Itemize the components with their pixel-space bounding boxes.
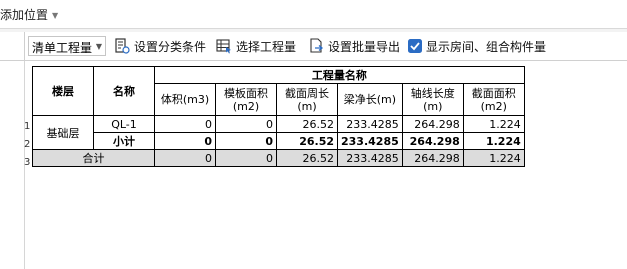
export-icon [310,38,324,53]
chevron-down-icon: ▼ [95,42,102,51]
value-cell[interactable]: 26.52 [276,149,338,167]
value-cell[interactable]: 0 [154,149,216,167]
row-number: 2 [24,139,31,150]
floor-header: 楼层 [32,66,94,116]
add-position-menu[interactable]: 添加位置 ▼ [0,6,58,23]
value-cell[interactable]: 26.52 [276,115,338,133]
subtotal-row[interactable]: 小计 0 0 26.52 233.4285 264.298 1.224 [33,132,525,150]
select-quantity-button[interactable]: 选择工程量 [216,36,296,56]
name-header: 名称 [93,66,155,116]
value-cell[interactable]: 0 [215,149,277,167]
total-row[interactable]: 合计 0 0 26.52 233.4285 264.298 1.224 [32,149,525,167]
column-header[interactable]: 截面周长(m) [276,83,338,116]
value-cell[interactable]: 0 [154,115,216,133]
row-number: 1 [24,121,31,132]
select-quantity-label: 选择工程量 [236,39,297,54]
toolbar: 清单工程量 ▼ 设置分类条件 选择工程量 设置批量导出 显示房间、组合构件量 [0,32,627,61]
grid-select-icon [216,39,231,54]
value-cell[interactable]: 0 [215,115,277,133]
table-row[interactable]: 基础层 QL-1 0 0 26.52 233.4285 264.298 1.22… [32,115,525,150]
quantity-table: 楼层 名称 工程量名称 体积(m3) 模板面积(m2) 截面周长(m) 梁净长(… [32,66,525,167]
subtotal-label[interactable]: 小计 [93,132,155,150]
column-header[interactable]: 轴线长度(m) [401,83,464,116]
value-cell[interactable]: 1.224 [462,115,525,133]
value-cell[interactable]: 233.4285 [337,115,403,133]
checkbox-checked-icon[interactable] [408,39,422,53]
header-row: 楼层 名称 工程量名称 [32,66,525,116]
set-category-button[interactable]: 设置分类条件 [114,36,206,56]
left-panel [0,61,25,269]
total-label[interactable]: 合计 [32,149,155,167]
set-category-label: 设置分类条件 [134,39,207,54]
quantity-group-header: 工程量名称 [154,66,525,84]
column-header[interactable]: 体积(m3) [154,83,216,116]
show-rooms-label: 显示房间、组合构件量 [426,39,547,54]
value-cell[interactable]: 0 [215,132,277,150]
top-bar: 添加位置 ▼ [0,0,627,29]
caret-down-icon: ▼ [52,11,59,20]
value-cell[interactable]: 264.298 [401,149,464,167]
category-settings-icon [115,38,130,54]
toolbar-separator [24,32,25,60]
value-cell[interactable]: 264.298 [401,132,464,150]
value-cell[interactable]: 1.224 [462,149,525,167]
value-cell[interactable]: 26.52 [276,132,338,150]
value-cell[interactable]: 264.298 [401,115,464,133]
value-cell[interactable]: 0 [154,132,216,150]
batch-export-label: 设置批量导出 [328,39,401,54]
list-type-value: 清单工程量 [32,41,93,55]
batch-export-button[interactable]: 设置批量导出 [308,36,400,56]
column-header[interactable]: 模板面积(m2) [215,83,277,116]
floor-cell[interactable]: 基础层 [32,115,94,150]
value-cell[interactable]: 1.224 [462,132,525,150]
list-type-select[interactable]: 清单工程量 ▼ [28,36,106,56]
value-cell[interactable]: 233.4285 [337,132,403,150]
show-rooms-toggle[interactable]: 显示房间、组合构件量 [408,36,546,56]
row-number: 3 [24,157,31,168]
name-cell[interactable]: QL-1 [93,115,155,133]
column-header[interactable]: 梁净长(m) [337,83,403,116]
column-header[interactable]: 截面面积(m2) [462,83,525,116]
add-position-label: 添加位置 [0,8,49,22]
value-cell[interactable]: 233.4285 [337,149,403,167]
